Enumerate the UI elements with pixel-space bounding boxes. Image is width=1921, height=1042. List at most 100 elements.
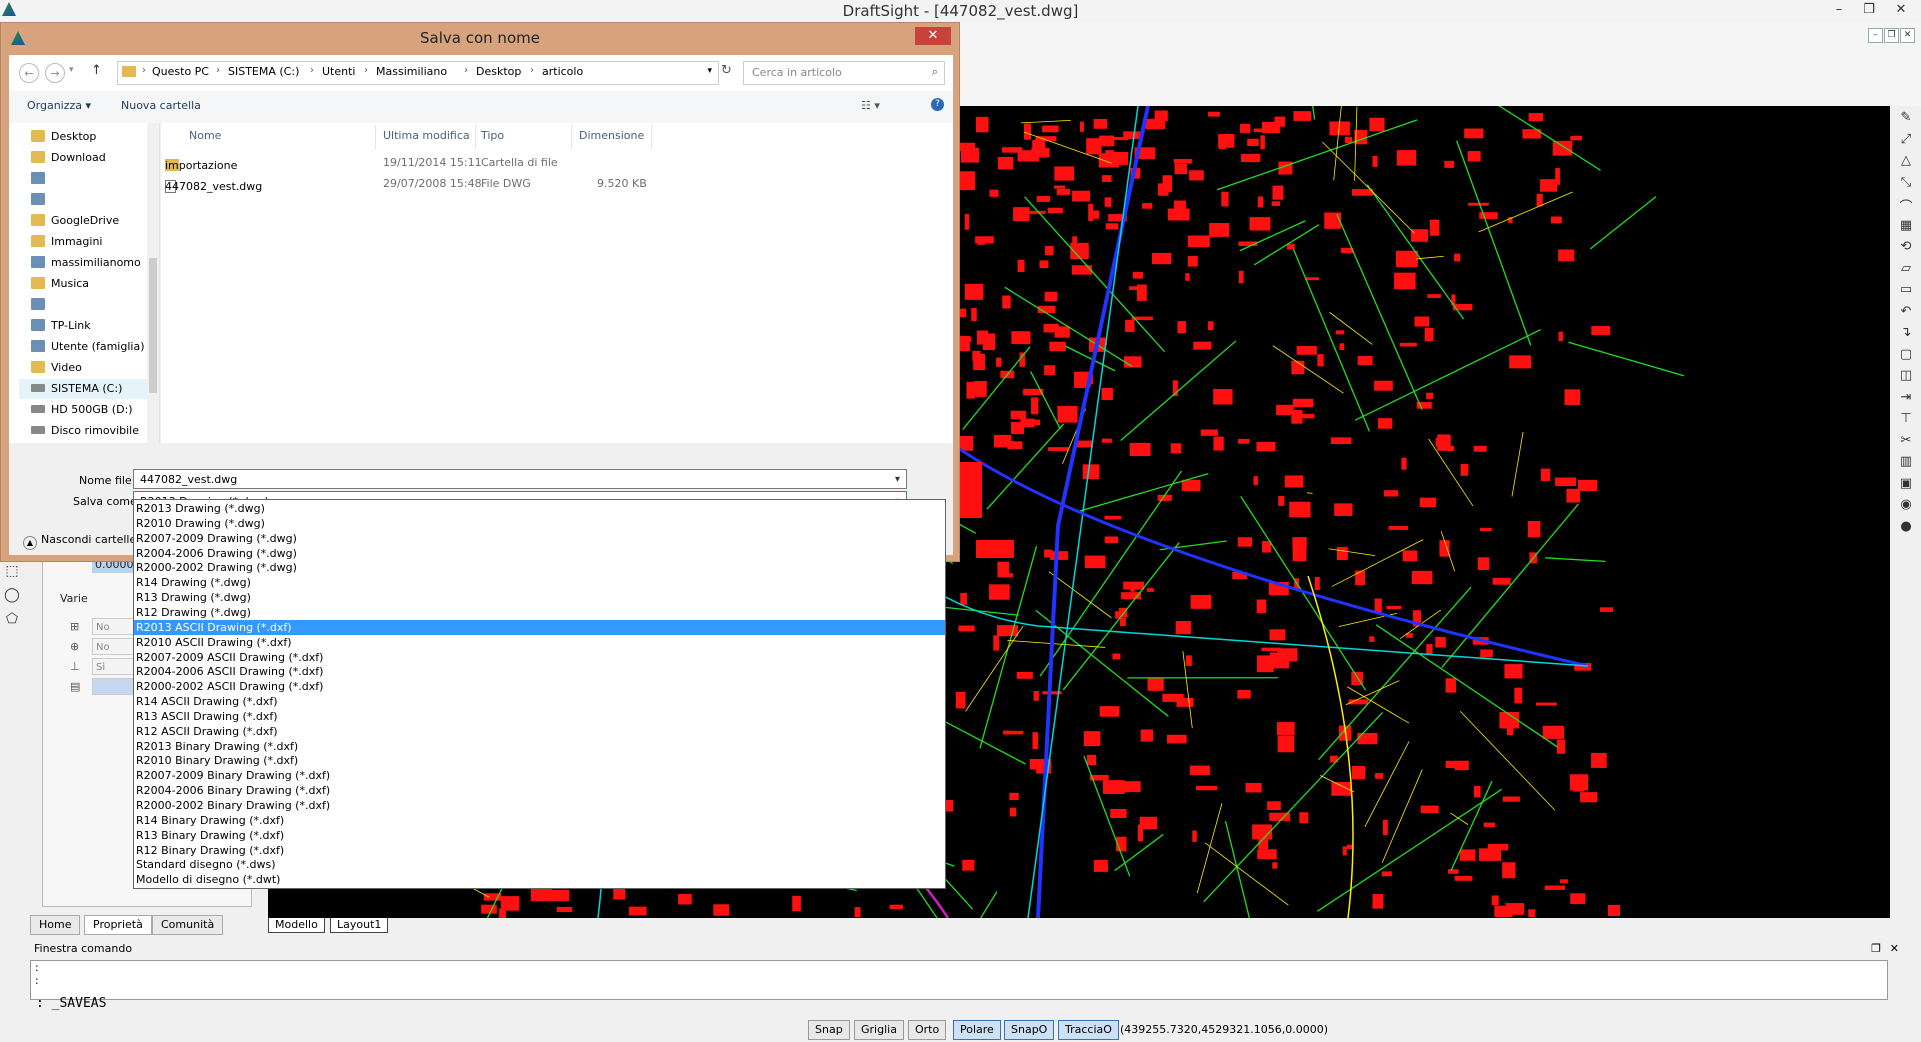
pencil-icon[interactable]: ✎ <box>1898 110 1914 126</box>
tab-properties[interactable]: Proprietà <box>84 915 152 935</box>
nav-item[interactable]: GoogleDrive <box>31 211 119 231</box>
dropdown-option[interactable]: R2007-2009 Binary Drawing (*.dxf) <box>134 768 945 783</box>
hide-folders-button[interactable]: ▲ Nascondi cartelle <box>23 533 136 550</box>
dropdown-option[interactable]: R2013 ASCII Drawing (*.dxf) <box>134 619 945 635</box>
view-options-icon[interactable]: ☷ ▾ <box>861 99 880 112</box>
select-circle-icon[interactable]: ◯ <box>4 587 20 603</box>
column-header-modified[interactable]: Ultima modifica <box>383 129 470 142</box>
region-icon[interactable]: ◫ <box>1898 368 1914 384</box>
extend-icon[interactable]: ↴ <box>1898 325 1914 341</box>
dropdown-option[interactable]: R14 ASCII Drawing (*.dxf) <box>134 694 945 709</box>
file-row[interactable]: 447082_vest.dwg 29/07/2008 15:48 File DW… <box>161 174 951 194</box>
nav-item[interactable]: Musica <box>31 274 89 294</box>
scale-icon[interactable]: ⤡ <box>1898 175 1914 191</box>
help-icon[interactable]: ? <box>931 98 944 111</box>
dropdown-option[interactable]: R14 Binary Drawing (*.dxf) <box>134 813 945 828</box>
nav-item[interactable]: Download <box>31 148 106 168</box>
esnap-toggle[interactable]: SnapO <box>1004 1020 1055 1040</box>
breadcrumb-item[interactable]: Utenti <box>322 65 355 78</box>
array-icon[interactable]: ▦ <box>1898 218 1914 234</box>
up-arrow-icon[interactable]: ↑ <box>91 63 102 78</box>
layer-icon[interactable]: ▣ <box>1898 476 1914 492</box>
new-folder-button[interactable]: Nuova cartella <box>121 99 201 112</box>
select-rect-icon[interactable]: ⬚ <box>4 563 20 579</box>
breadcrumb-item[interactable]: Questo PC <box>152 65 209 78</box>
break-icon[interactable]: ⇥ <box>1898 390 1914 406</box>
block-icon[interactable]: ▭ <box>1898 282 1914 298</box>
dropdown-option[interactable]: R13 Drawing (*.dwg) <box>134 590 945 605</box>
grid-toggle[interactable]: Griglia <box>854 1020 904 1040</box>
stretch-icon[interactable]: ⤢ <box>1898 132 1914 148</box>
breadcrumb-item[interactable]: articolo <box>542 65 583 78</box>
dropdown-option[interactable]: R2004-2006 Binary Drawing (*.dxf) <box>134 783 945 798</box>
dropdown-option[interactable]: R2000-2002 Drawing (*.dwg) <box>134 560 945 575</box>
dropdown-option[interactable]: R12 Binary Drawing (*.dxf) <box>134 843 945 858</box>
nav-item[interactable]: massimilianomo <box>31 253 141 273</box>
command-input[interactable]: : _SAVEAS <box>36 996 106 1011</box>
back-arrow-icon[interactable]: ← <box>19 63 39 83</box>
filename-input[interactable]: 447082_vest.dwg ▾ <box>133 469 907 489</box>
forward-arrow-icon[interactable]: → <box>45 63 65 83</box>
tab-model[interactable]: Modello <box>268 918 325 933</box>
minimize-window-button[interactable]: – <box>1828 2 1850 17</box>
dropdown-option[interactable]: R12 ASCII Drawing (*.dxf) <box>134 724 945 739</box>
dropdown-option[interactable]: R2010 Binary Drawing (*.dxf) <box>134 753 945 768</box>
dropdown-option[interactable]: R2004-2006 Drawing (*.dwg) <box>134 546 945 561</box>
close-window-button[interactable]: ✕ <box>1890 2 1912 17</box>
nav-item[interactable]: Video <box>31 358 82 378</box>
dropdown-option[interactable]: R13 ASCII Drawing (*.dxf) <box>134 709 945 724</box>
nav-scrollbar[interactable] <box>147 123 159 443</box>
scroll-thumb[interactable] <box>149 258 157 393</box>
nav-item[interactable] <box>31 169 51 189</box>
nav-item[interactable] <box>31 295 51 315</box>
ortho-toggle[interactable]: Orto <box>908 1020 947 1040</box>
dropdown-option[interactable]: Standard disegno (*.dws) <box>134 857 945 872</box>
trim-icon[interactable]: ⊤ <box>1898 411 1914 427</box>
hatch-icon[interactable]: ▱ <box>1898 261 1914 277</box>
nav-item[interactable] <box>31 190 51 210</box>
nav-item[interactable]: Desktop <box>31 127 96 147</box>
column-header-type[interactable]: Tipo <box>481 129 504 142</box>
nav-item[interactable]: Immagini <box>31 232 102 252</box>
nav-item[interactable]: HD 500GB (D:) <box>31 400 133 420</box>
rectangle-icon[interactable]: ▢ <box>1898 347 1914 363</box>
dropdown-option[interactable]: R2000-2002 Binary Drawing (*.dxf) <box>134 798 945 813</box>
nav-item[interactable]: TP-Link <box>31 316 91 336</box>
etrack-toggle[interactable]: TracciaO <box>1058 1020 1119 1040</box>
organize-menu[interactable]: Organizza ▾ <box>27 99 91 112</box>
address-bar[interactable]: › Questo PC › SISTEMA (C:) › Utenti › Ma… <box>117 61 719 85</box>
column-header-name[interactable]: Nome <box>189 129 221 142</box>
dropdown-option[interactable]: R2010 Drawing (*.dwg) <box>134 516 945 531</box>
float-icon[interactable]: ❐ <box>1871 942 1881 955</box>
restore-window-button[interactable]: ❐ <box>1858 2 1880 17</box>
fill-icon[interactable]: ● <box>1898 519 1914 535</box>
tab-home[interactable]: Home <box>30 915 81 935</box>
doc-restore-button[interactable]: ❐ <box>1884 28 1899 43</box>
dropdown-option[interactable]: R2013 Binary Drawing (*.dxf) <box>134 739 945 754</box>
nav-item[interactable]: Utente (famiglia) <box>31 337 144 357</box>
refresh-icon[interactable]: ↻ <box>721 63 732 78</box>
chevron-down-icon[interactable]: ▾ <box>895 470 900 490</box>
paint-icon[interactable]: ◉ <box>1898 497 1914 513</box>
dropdown-option[interactable]: R2007-2009 ASCII Drawing (*.dxf) <box>134 650 945 665</box>
undo-curve-icon[interactable]: ↶ <box>1898 304 1914 320</box>
dropdown-option[interactable]: R14 Drawing (*.dwg) <box>134 575 945 590</box>
dropdown-option[interactable]: R2007-2009 Drawing (*.dwg) <box>134 531 945 546</box>
tab-layout1[interactable]: Layout1 <box>330 918 389 933</box>
dropdown-option[interactable]: R2000-2002 ASCII Drawing (*.dxf) <box>134 679 945 694</box>
dropdown-option[interactable]: R2004-2006 ASCII Drawing (*.dxf) <box>134 664 945 679</box>
mirror-icon[interactable]: △ <box>1898 153 1914 169</box>
nav-item[interactable]: Disco rimovibile <box>31 421 139 441</box>
breadcrumb-item[interactable]: Desktop <box>476 65 521 78</box>
chevron-down-icon[interactable]: ▾ <box>707 66 712 76</box>
table-icon[interactable]: ▥ <box>1898 454 1914 470</box>
close-icon[interactable]: ✕ <box>1890 942 1899 955</box>
breadcrumb-item[interactable]: SISTEMA (C:) <box>228 65 299 78</box>
polar-toggle[interactable]: Polare <box>953 1020 1001 1040</box>
search-input[interactable]: Cerca in articolo ⌕ <box>743 61 945 85</box>
doc-minimize-button[interactable]: – <box>1868 28 1883 43</box>
snap-toggle[interactable]: Snap <box>808 1020 850 1040</box>
fillet-icon[interactable]: ⌒ <box>1898 196 1914 215</box>
tab-community[interactable]: Comunità <box>152 915 224 935</box>
breadcrumb-item[interactable]: Massimiliano <box>376 65 447 78</box>
